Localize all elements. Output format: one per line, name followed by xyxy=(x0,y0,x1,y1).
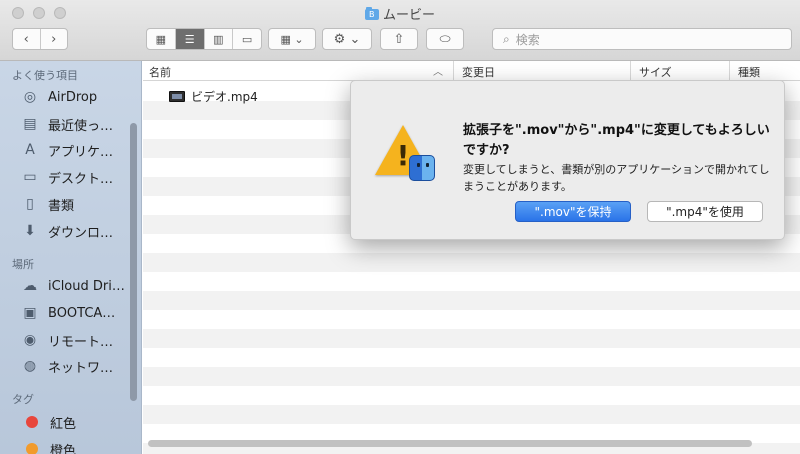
gallery-icon: ▭ xyxy=(241,32,253,46)
column-size[interactable]: サイズ xyxy=(630,61,672,81)
search-icon: ⌕ xyxy=(503,31,510,46)
back-button[interactable]: ‹ xyxy=(13,29,40,49)
search-placeholder: 検索 xyxy=(515,32,540,47)
sort-ascending-icon: ︿ xyxy=(433,67,443,78)
sidebar-item-label: 書類 xyxy=(48,198,75,214)
applications-icon: A xyxy=(25,142,35,158)
column-name[interactable]: 名前 xyxy=(149,64,171,80)
icon-grid-icon: ▦ xyxy=(155,32,167,46)
column-kind[interactable]: 種類 xyxy=(729,61,760,81)
title-bar: B ムービー ‹ › ▦ ☰ ▥ ▭ ▦ ⌄ ⚙ ⌄ ⇧ ⬭ ⌕ 検索 xyxy=(0,0,800,61)
arrange-button[interactable]: ▦ ⌄ xyxy=(268,28,316,50)
column-header: 名前 ︿ 変更日 サイズ 種類 xyxy=(143,61,800,81)
sidebar-item-bootcamp[interactable]: ▣ BOOTCA… xyxy=(20,300,115,326)
back-forward-group: ‹ › xyxy=(12,28,68,50)
sidebar-item-downloads[interactable]: ⬇ ダウンロ… xyxy=(20,218,113,244)
sidebar-item-label: デスクト… xyxy=(48,171,114,187)
video-file-icon xyxy=(169,91,185,102)
icon-view-button[interactable]: ▦ xyxy=(147,29,175,49)
alert-message: 変更してしまうと、書類が別のアプリケーションで開かれてしまうことがあります。 xyxy=(463,163,770,193)
sidebar-item-icloud[interactable]: ☁ iCloud Dri… xyxy=(20,273,125,299)
chevron-down-icon: ⌄ xyxy=(349,31,361,47)
sidebar-item-label: 最近使っ… xyxy=(48,118,114,134)
sidebar-item-network[interactable]: ◍ ネットワ… xyxy=(20,353,113,379)
window-title-text: ムービー xyxy=(382,8,435,23)
share-icon: ⇧ xyxy=(393,31,405,47)
sidebar-item-applications[interactable]: A アプリケ… xyxy=(20,137,113,163)
file-name: ビデオ.mp4 xyxy=(191,90,258,104)
arrange-icon: ▦ xyxy=(280,32,291,46)
column-view-button[interactable]: ▥ xyxy=(203,29,233,49)
tag-color-dot xyxy=(26,443,38,454)
sidebar-item-label: ダウンロ… xyxy=(48,225,114,241)
sidebar: よく使う項目 ◎ AirDrop ▤ 最近使っ… A アプリケ… ▭ デスクト…… xyxy=(0,61,142,454)
tags-heading: タグ xyxy=(12,393,34,406)
use-mp4-button[interactable]: ".mp4"を使用 xyxy=(647,201,763,222)
recents-icon: ▤ xyxy=(23,116,37,132)
sidebar-item-desktop[interactable]: ▭ デスクト… xyxy=(20,164,113,190)
horizontal-scrollbar[interactable] xyxy=(148,440,752,447)
sidebar-item-airdrop[interactable]: ◎ AirDrop xyxy=(20,84,97,110)
gear-icon: ⚙ xyxy=(333,31,346,47)
sidebar-item-remote-disc[interactable]: ◉ リモート… xyxy=(20,327,113,353)
sidebar-item-documents[interactable]: ▯ 書類 xyxy=(20,191,74,217)
sidebar-item-label: 橙色 xyxy=(50,443,77,454)
view-mode-group: ▦ ☰ ▥ ▭ xyxy=(146,28,262,50)
warning-icon: ! xyxy=(375,125,437,183)
window-title: B ムービー xyxy=(0,4,800,23)
finder-window: Bムービー ‹ › ▦ ☰ ▥ ▭ ▦ ⌄ ⚙ ⌄ ⇧ ⬭ ⌕ 検索 よく使う xyxy=(0,0,800,454)
sidebar-item-label: AirDrop xyxy=(48,89,98,105)
folder-icon: B xyxy=(364,7,379,20)
column-modified[interactable]: 変更日 xyxy=(453,61,495,81)
search-field[interactable]: ⌕ 検索 xyxy=(492,28,792,50)
sidebar-item-label: リモート… xyxy=(48,334,114,350)
tag-color-dot xyxy=(26,416,38,428)
chevron-right-icon: › xyxy=(51,31,57,47)
desktop-icon: ▭ xyxy=(23,169,37,185)
sidebar-item-label: 紅色 xyxy=(50,416,77,432)
chevron-left-icon: ‹ xyxy=(23,31,29,47)
sidebar-item-tag-orange[interactable]: 橙色 xyxy=(20,436,76,454)
remote-disc-icon: ◉ xyxy=(23,332,37,348)
alert-sheet: ! 拡張子を".mov"から".mp4"に変更してもよろしいですか? 変更してし… xyxy=(350,80,785,240)
network-icon: ◍ xyxy=(23,358,37,374)
sidebar-item-label: iCloud Dri… xyxy=(48,278,125,294)
downloads-icon: ⬇ xyxy=(24,223,36,239)
action-button[interactable]: ⚙ ⌄ xyxy=(322,28,372,50)
locations-heading: 場所 xyxy=(12,258,34,271)
gallery-view-button[interactable]: ▭ xyxy=(232,29,261,49)
list-view-button[interactable]: ☰ xyxy=(174,29,204,49)
forward-button[interactable]: › xyxy=(39,29,68,49)
chevron-down-icon: ⌄ xyxy=(294,32,304,46)
columns-icon: ▥ xyxy=(213,32,224,46)
favorites-heading: よく使う項目 xyxy=(12,69,78,82)
airdrop-icon: ◎ xyxy=(23,89,37,105)
sidebar-item-label: BOOTCA… xyxy=(48,305,116,321)
sidebar-item-tag-red[interactable]: 紅色 xyxy=(20,409,76,435)
sidebar-item-recents[interactable]: ▤ 最近使っ… xyxy=(20,111,113,137)
sidebar-scrollbar[interactable] xyxy=(130,123,137,401)
share-button[interactable]: ⇧ xyxy=(380,28,418,50)
icloud-icon: ☁ xyxy=(23,278,37,294)
sidebar-item-label: アプリケ… xyxy=(48,144,114,160)
tag-button[interactable]: ⬭ xyxy=(426,28,464,50)
list-icon: ☰ xyxy=(184,32,195,46)
alert-title: 拡張子を".mov"から".mp4"に変更してもよろしいですか? xyxy=(463,123,770,158)
disk-icon: ▣ xyxy=(23,305,37,321)
keep-mov-button[interactable]: ".mov"を保持 xyxy=(515,201,631,222)
sidebar-item-label: ネットワ… xyxy=(48,360,114,376)
documents-icon: ▯ xyxy=(26,196,34,212)
tag-icon: ⬭ xyxy=(439,31,451,47)
finder-icon xyxy=(409,155,435,181)
